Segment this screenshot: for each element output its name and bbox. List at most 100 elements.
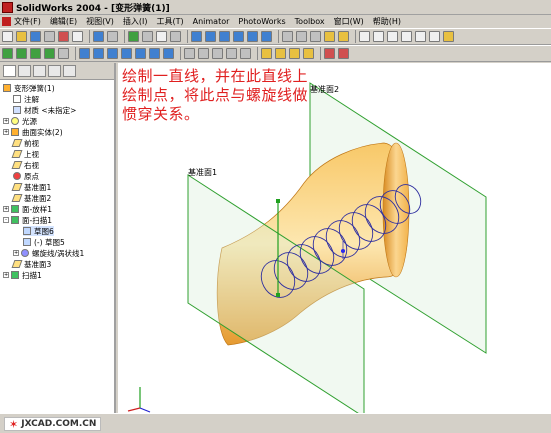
- back-view-icon[interactable]: [373, 31, 384, 42]
- rotate-view-icon[interactable]: [247, 31, 258, 42]
- undo-icon[interactable]: [93, 31, 104, 42]
- shell-icon[interactable]: [163, 48, 174, 59]
- smart-dimension-icon[interactable]: [16, 48, 27, 59]
- chamfer-icon[interactable]: [149, 48, 160, 59]
- expand-icon[interactable]: +: [3, 206, 9, 212]
- spline-icon[interactable]: [44, 48, 55, 59]
- menu-view[interactable]: 视图(V): [86, 16, 114, 27]
- sketch-line-endpoint-top[interactable]: [276, 199, 280, 203]
- shaded-icon[interactable]: [324, 31, 335, 42]
- tree-item-top-plane[interactable]: 上视: [11, 149, 39, 159]
- hidden-lines-removed-icon[interactable]: [310, 31, 321, 42]
- select-icon[interactable]: [170, 31, 181, 42]
- tab-feature-manager[interactable]: [3, 65, 16, 77]
- left-view-icon[interactable]: [387, 31, 398, 42]
- tree-item-front-plane[interactable]: 前视: [11, 138, 39, 148]
- tree-item-sweep-surface1[interactable]: - 面-扫描1: [3, 215, 52, 225]
- tree-item-right-plane[interactable]: 右视: [11, 160, 39, 170]
- tree-item-loft1[interactable]: + 面-放样1: [3, 204, 52, 214]
- title-bar: SolidWorks 2004 - [变形弹簧(1)]: [0, 0, 551, 15]
- mass-properties-icon[interactable]: [338, 48, 349, 59]
- tab-configuration-manager[interactable]: [33, 65, 46, 77]
- sweep-icon[interactable]: [107, 48, 118, 59]
- relation-icon[interactable]: [58, 48, 69, 59]
- helix-icon[interactable]: [261, 48, 272, 59]
- tab-photoworks[interactable]: [63, 65, 76, 77]
- right-view-icon[interactable]: [401, 31, 412, 42]
- zoom-area-icon[interactable]: [205, 31, 216, 42]
- tree-item-helix1[interactable]: + 螺旋线/涡状线1: [13, 248, 84, 258]
- expand-icon[interactable]: +: [3, 129, 9, 135]
- offset-surface-icon[interactable]: [240, 48, 251, 59]
- tree-item-lights[interactable]: + 光源: [3, 116, 37, 126]
- menu-animator[interactable]: Animator: [193, 17, 230, 26]
- open-file-icon[interactable]: [16, 31, 27, 42]
- help-icon[interactable]: [156, 31, 167, 42]
- expand-icon[interactable]: +: [3, 118, 9, 124]
- sketch-line-endpoint-bottom[interactable]: [276, 293, 280, 297]
- cut-icon[interactable]: [58, 31, 69, 42]
- surface-extrude-icon[interactable]: [184, 48, 195, 59]
- new-file-icon[interactable]: [2, 31, 13, 42]
- tree-item-plane2[interactable]: 基准面2: [11, 193, 51, 203]
- bottom-view-icon[interactable]: [429, 31, 440, 42]
- surface-sweep-icon[interactable]: [212, 48, 223, 59]
- menu-tools[interactable]: 工具(T): [156, 16, 183, 27]
- hidden-lines-visible-icon[interactable]: [296, 31, 307, 42]
- wireframe-icon[interactable]: [282, 31, 293, 42]
- tree-item-sketch5[interactable]: (-) 草图5: [23, 237, 65, 247]
- zoom-selection-icon[interactable]: [233, 31, 244, 42]
- front-view-icon[interactable]: [359, 31, 370, 42]
- zoom-fit-icon[interactable]: [191, 31, 202, 42]
- tree-item-sketch6[interactable]: 草图6: [23, 226, 54, 236]
- tree-item-sweep1[interactable]: + 扫描1: [3, 270, 42, 280]
- sketch-icon: [23, 227, 31, 235]
- menu-file[interactable]: 文件(F): [14, 16, 41, 27]
- options-icon[interactable]: [142, 31, 153, 42]
- reference-axis-icon[interactable]: [303, 48, 314, 59]
- graphics-viewport[interactable]: 绘制一直线，并在此直线上绘制点，将此点与螺旋线做惯穿关系。 基准面2 基准面1: [118, 63, 551, 413]
- line-icon[interactable]: [30, 48, 41, 59]
- revolve-icon[interactable]: [93, 48, 104, 59]
- expand-icon[interactable]: +: [3, 272, 9, 278]
- sketch-icon[interactable]: [2, 48, 13, 59]
- menu-help[interactable]: 帮助(H): [373, 16, 401, 27]
- menu-insert[interactable]: 插入(I): [123, 16, 148, 27]
- reference-plane-icon[interactable]: [289, 48, 300, 59]
- document-icon[interactable]: [2, 17, 11, 26]
- measure-icon[interactable]: [324, 48, 335, 59]
- save-icon[interactable]: [30, 31, 41, 42]
- plane-icon: [11, 183, 23, 191]
- tab-property-manager[interactable]: [18, 65, 31, 77]
- tree-item-plane1[interactable]: 基准面1: [11, 182, 51, 192]
- tree-item-part[interactable]: 变形弹簧(1): [3, 83, 55, 93]
- menu-edit[interactable]: 编辑(E): [50, 16, 77, 27]
- redo-icon[interactable]: [107, 31, 118, 42]
- collapse-icon[interactable]: -: [3, 217, 9, 223]
- tree-item-plane3[interactable]: 基准面3: [11, 259, 51, 269]
- top-view-icon[interactable]: [415, 31, 426, 42]
- tree-item-material[interactable]: 材质 <未指定>: [13, 105, 76, 115]
- isometric-view-icon[interactable]: [443, 31, 454, 42]
- menu-window[interactable]: 窗口(W): [334, 16, 364, 27]
- shadow-icon[interactable]: [338, 31, 349, 42]
- menu-toolbox[interactable]: Toolbox: [295, 17, 325, 26]
- rebuild-icon[interactable]: [128, 31, 139, 42]
- menu-photoworks[interactable]: PhotoWorks: [238, 17, 285, 26]
- tab-display-manager[interactable]: [48, 65, 61, 77]
- tree-item-annotations[interactable]: 注解: [13, 94, 39, 104]
- expand-icon[interactable]: +: [13, 250, 19, 256]
- window-title: SolidWorks 2004 - [变形弹簧(1)]: [16, 3, 170, 14]
- loft-icon[interactable]: [121, 48, 132, 59]
- fillet-icon[interactable]: [135, 48, 146, 59]
- print-icon[interactable]: [44, 31, 55, 42]
- extrude-icon[interactable]: [79, 48, 90, 59]
- curve-icon[interactable]: [275, 48, 286, 59]
- copy-icon[interactable]: [72, 31, 83, 42]
- tree-item-surface-bodies[interactable]: + 曲面实体(2): [3, 127, 63, 137]
- pan-icon[interactable]: [261, 31, 272, 42]
- tree-item-origin[interactable]: 原点: [13, 171, 39, 181]
- zoom-in-out-icon[interactable]: [219, 31, 230, 42]
- surface-loft-icon[interactable]: [226, 48, 237, 59]
- surface-revolve-icon[interactable]: [198, 48, 209, 59]
